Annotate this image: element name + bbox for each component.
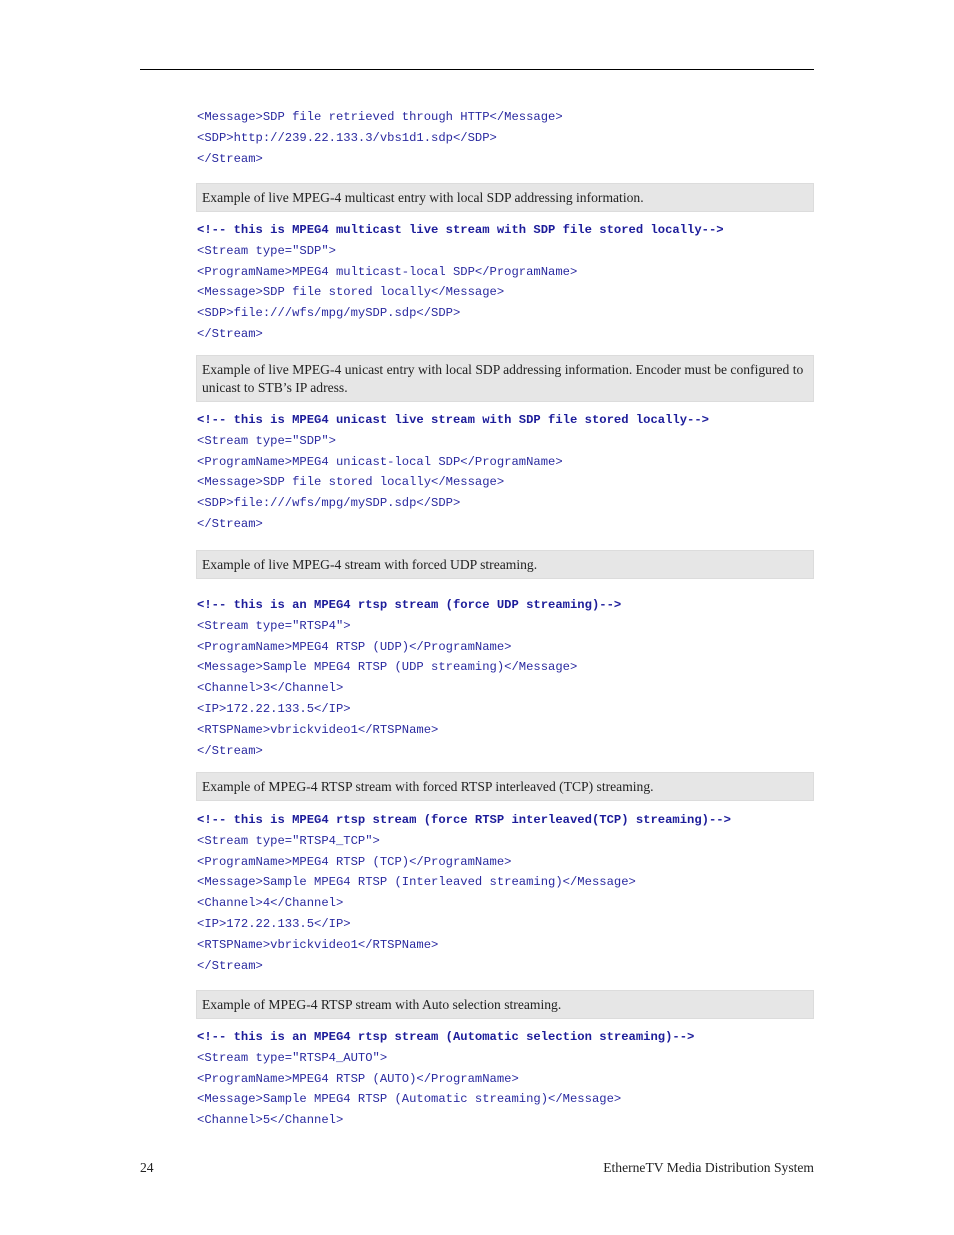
code-line: <Stream type="RTSP4_AUTO"> xyxy=(197,1050,388,1065)
example-note: Example of MPEG-4 RTSP stream with Auto … xyxy=(196,990,814,1019)
code-line: <Message>SDP file retrieved through HTTP… xyxy=(197,110,563,124)
page-number: 24 xyxy=(140,1160,154,1175)
code-block: <!-- this is MPEG4 unicast live stream w… xyxy=(197,410,709,535)
code-line: <IP>172.22.133.5</IP> xyxy=(197,916,351,931)
code-line: </Stream> xyxy=(197,516,263,531)
code-line: <Message>Sample MPEG4 RTSP (UDP streamin… xyxy=(197,660,578,675)
code-line: </Stream> xyxy=(197,743,263,758)
example-note: Example of live MPEG-4 unicast entry wit… xyxy=(196,355,814,402)
code-block: <!-- this is MPEG4 multicast live stream… xyxy=(197,220,724,345)
code-line: <Message>SDP file stored locally</Messag… xyxy=(197,285,505,300)
code-line: <Stream type="RTSP4_TCP"> xyxy=(197,833,380,848)
code-block: <!-- this is MPEG4 rtsp stream (force RT… xyxy=(197,810,731,976)
code-line: </Stream> xyxy=(197,958,263,973)
code-comment-line: <!-- this is MPEG4 rtsp stream (force RT… xyxy=(197,813,731,827)
code-line: <Stream type="SDP"> xyxy=(197,243,336,258)
code-block: <!-- this is an MPEG4 rtsp stream (Autom… xyxy=(197,1027,694,1131)
code-line: <ProgramName>MPEG4 multicast-local SDP</… xyxy=(197,264,578,279)
code-line: <Message>Sample MPEG4 RTSP (Automatic st… xyxy=(197,1092,622,1107)
example-note: Example of live MPEG-4 stream with force… xyxy=(196,550,814,579)
code-line: <Stream type="SDP"> xyxy=(197,433,336,448)
code-line: <SDP>file:///wfs/mpg/mySDP.sdp</SDP> xyxy=(197,496,461,511)
code-line: <RTSPName>vbrickvideo1</RTSPName> xyxy=(197,722,439,737)
code-line: <IP>172.22.133.5</IP> xyxy=(197,701,351,716)
code-comment-line: <!-- this is MPEG4 multicast live stream… xyxy=(197,223,724,237)
code-line: <ProgramName>MPEG4 unicast-local SDP</Pr… xyxy=(197,454,563,469)
code-line: <ProgramName>MPEG4 RTSP (TCP)</ProgramNa… xyxy=(197,854,512,869)
code-line: <ProgramName>MPEG4 RTSP (UDP)</ProgramNa… xyxy=(197,639,512,654)
code-block: <Message>SDP file retrieved through HTTP… xyxy=(197,107,563,169)
code-line: <SDP>file:///wfs/mpg/mySDP.sdp</SDP> xyxy=(197,306,461,321)
code-line: <Stream type="RTSP4"> xyxy=(197,618,351,633)
header-rule xyxy=(140,69,814,70)
code-line: <Channel>3</Channel> xyxy=(197,681,344,696)
code-line: <ProgramName>MPEG4 RTSP (AUTO)</ProgramN… xyxy=(197,1071,519,1086)
code-line: <SDP>http://239.22.133.3/vbs1d1.sdp</SDP… xyxy=(197,130,497,145)
footer-title: EtherneTV Media Distribution System xyxy=(603,1160,814,1175)
code-comment-line: <!-- this is an MPEG4 rtsp stream (Autom… xyxy=(197,1030,695,1044)
code-comment-line: <!-- this is an MPEG4 rtsp stream (force… xyxy=(197,598,622,612)
code-line: <Channel>5</Channel> xyxy=(197,1113,344,1128)
code-line: <RTSPName>vbrickvideo1</RTSPName> xyxy=(197,937,439,952)
example-note: Example of MPEG-4 RTSP stream with force… xyxy=(196,772,814,801)
code-line: <Message>SDP file stored locally</Messag… xyxy=(197,475,505,490)
code-line: </Stream> xyxy=(197,151,263,166)
code-line: <Message>Sample MPEG4 RTSP (Interleaved … xyxy=(197,875,636,890)
code-block: <!-- this is an MPEG4 rtsp stream (force… xyxy=(197,595,621,761)
code-line: <Channel>4</Channel> xyxy=(197,896,344,911)
example-note: Example of live MPEG-4 multicast entry w… xyxy=(196,183,814,212)
code-comment-line: <!-- this is MPEG4 unicast live stream w… xyxy=(197,413,709,427)
code-line: </Stream> xyxy=(197,326,263,341)
